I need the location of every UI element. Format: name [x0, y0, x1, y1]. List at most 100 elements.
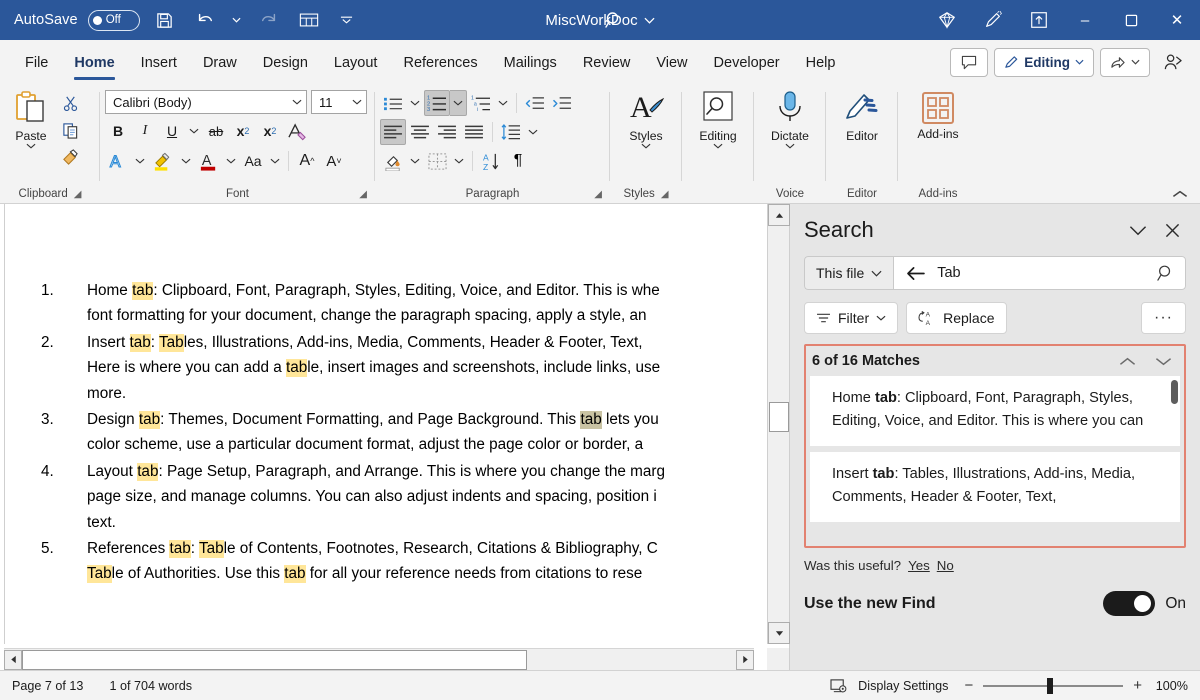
scroll-up-button[interactable] [768, 204, 790, 226]
new-find-toggle[interactable] [1103, 591, 1156, 616]
align-right-button[interactable] [434, 119, 460, 145]
filter-button[interactable]: Filter [804, 302, 899, 334]
addins-button[interactable]: Add-ins [906, 88, 970, 141]
underline-caret-icon[interactable] [186, 128, 202, 134]
comments-button[interactable] [950, 47, 989, 77]
table-icon[interactable] [294, 5, 324, 35]
editing-button[interactable]: Editing [692, 88, 744, 149]
search-result-item[interactable]: Home tab: Clipboard, Font, Paragraph, St… [810, 376, 1180, 446]
display-settings-label[interactable]: Display Settings [858, 679, 948, 693]
dictate-caret-icon[interactable] [785, 143, 795, 149]
window-minimize-button[interactable]: – [1062, 0, 1108, 40]
text-highlight-caret-icon[interactable] [178, 158, 194, 164]
feedback-yes-link[interactable]: Yes [908, 558, 930, 573]
shading-button[interactable] [380, 148, 406, 174]
shading-caret-icon[interactable] [407, 158, 423, 164]
document-horizontal-scrollbar[interactable] [4, 648, 754, 670]
tab-mailings[interactable]: Mailings [493, 51, 568, 74]
horizontal-scroll-thumb[interactable] [22, 649, 527, 670]
increase-indent-button[interactable] [549, 90, 575, 116]
next-match-button[interactable] [1146, 348, 1180, 374]
scroll-down-button[interactable] [768, 622, 790, 644]
search-scope-dropdown[interactable]: This file [804, 256, 894, 290]
align-center-button[interactable] [407, 119, 433, 145]
tab-insert[interactable]: Insert [130, 51, 188, 74]
strikethrough-button[interactable]: ab [203, 118, 229, 144]
font-size-combobox[interactable]: 11 [311, 90, 367, 114]
zoom-slider[interactable] [983, 677, 1124, 694]
search-input-wrapper[interactable]: Tab [893, 256, 1186, 290]
text-effects-button[interactable]: A [105, 148, 131, 174]
numbering-caret-icon[interactable] [450, 90, 467, 116]
more-options-button[interactable]: ··· [1141, 302, 1186, 334]
display-settings-icon[interactable] [830, 678, 848, 694]
zoom-in-button[interactable]: + [1133, 677, 1142, 694]
vertical-scroll-thumb[interactable] [769, 402, 789, 432]
search-result-item[interactable]: Insert tab: Tables, Illustrations, Add-i… [810, 452, 1180, 522]
page-number-status[interactable]: Page 7 of 13 [12, 679, 83, 693]
underline-button[interactable]: U [159, 118, 185, 144]
word-count-status[interactable]: 1 of 704 words [109, 679, 192, 693]
document-page[interactable]: Home tab: Clipboard, Font, Paragraph, St… [17, 204, 754, 644]
styles-caret-icon[interactable] [641, 143, 651, 149]
styles-button[interactable]: A Styles [620, 88, 672, 149]
share-upload-icon[interactable] [1016, 0, 1062, 40]
superscript-button[interactable]: x2 [257, 118, 283, 144]
tab-layout[interactable]: Layout [323, 51, 389, 74]
justify-button[interactable] [461, 119, 487, 145]
search-results-list[interactable]: Home tab: Clipboard, Font, Paragraph, St… [810, 376, 1180, 542]
font-color-button[interactable]: A [195, 148, 222, 174]
tab-file[interactable]: File [14, 51, 59, 74]
text-effects-caret-icon[interactable] [132, 158, 148, 164]
change-case-button[interactable]: Aa [240, 148, 266, 174]
tab-developer[interactable]: Developer [703, 51, 791, 74]
document-canvas[interactable]: Home tab: Clipboard, Font, Paragraph, St… [4, 204, 754, 644]
collapse-ribbon-button[interactable] [1172, 189, 1188, 199]
paste-dropdown-caret-icon[interactable] [26, 143, 36, 149]
multilevel-list-button[interactable]: 1ai [468, 90, 494, 116]
font-color-caret-icon[interactable] [223, 158, 239, 164]
results-scrollbar[interactable] [1171, 380, 1178, 512]
bullets-button[interactable] [380, 90, 406, 116]
search-pane-close-button[interactable] [1158, 216, 1186, 244]
clear-formatting-button[interactable] [284, 118, 311, 144]
document-title-caret-icon[interactable] [644, 17, 655, 24]
borders-caret-icon[interactable] [451, 158, 467, 164]
replace-button[interactable]: AA Replace [906, 302, 1007, 334]
document-list-item[interactable]: Layout tab: Page Setup, Paragraph, and A… [29, 459, 754, 535]
document-list-item[interactable]: Home tab: Clipboard, Font, Paragraph, St… [29, 278, 754, 329]
undo-dropdown-caret-icon[interactable] [230, 17, 244, 23]
sort-button[interactable]: AZ [478, 148, 504, 174]
align-left-button[interactable] [380, 119, 406, 145]
document-list-item[interactable]: References tab: Table of Contents, Footn… [29, 536, 754, 587]
autosave-toggle[interactable]: Off [87, 9, 140, 31]
scroll-right-button[interactable] [736, 649, 754, 670]
paste-button[interactable]: Paste [5, 88, 57, 149]
editing-mode-button[interactable]: Editing [994, 47, 1094, 77]
subscript-button[interactable]: x2 [230, 118, 256, 144]
undo-icon[interactable] [190, 5, 220, 35]
styles-dialog-launcher-icon[interactable]: ◢ [661, 189, 669, 200]
previous-match-button[interactable] [1110, 348, 1144, 374]
editing-caret-icon[interactable] [713, 143, 723, 149]
numbering-button[interactable]: 123 [424, 90, 450, 116]
save-icon[interactable] [150, 5, 180, 35]
tab-home[interactable]: Home [63, 51, 125, 80]
results-scroll-thumb[interactable] [1171, 380, 1178, 404]
pen-highlight-icon[interactable] [970, 0, 1016, 40]
search-pane-collapse-button[interactable] [1124, 216, 1152, 244]
grow-font-button[interactable]: A ^ [294, 148, 320, 174]
tab-help[interactable]: Help [795, 51, 847, 74]
window-maximize-button[interactable] [1108, 0, 1154, 40]
document-vertical-scrollbar[interactable] [767, 204, 790, 644]
bold-button[interactable]: B [105, 118, 131, 144]
multilevel-caret-icon[interactable] [495, 100, 511, 106]
line-spacing-button[interactable] [498, 119, 524, 145]
customize-quick-access-toolbar-icon[interactable] [340, 16, 354, 24]
diamond-icon[interactable] [924, 0, 970, 40]
show-formatting-marks-button[interactable]: ¶ [505, 148, 531, 174]
zoom-out-button[interactable]: − [964, 677, 973, 694]
font-dialog-launcher-icon[interactable]: ◢ [359, 189, 367, 200]
cut-button[interactable] [57, 91, 83, 115]
decrease-indent-button[interactable] [522, 90, 548, 116]
